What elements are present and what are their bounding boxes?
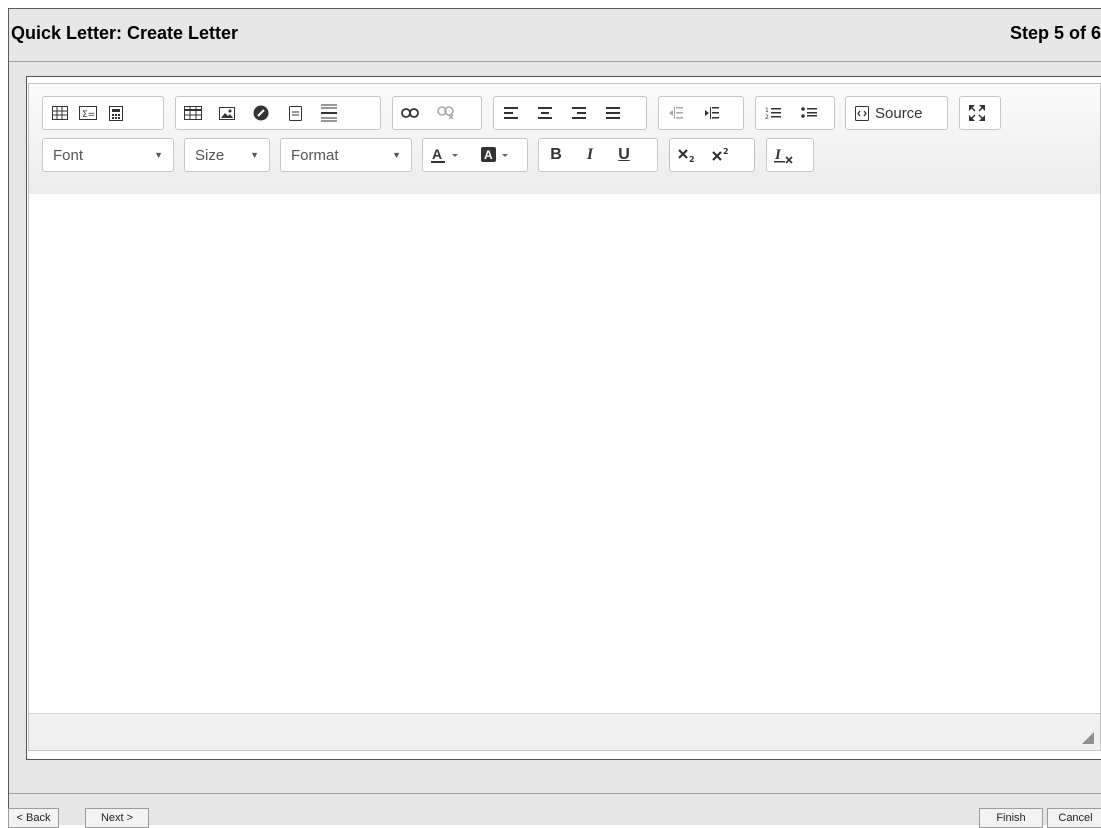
toolbar-group-lists: 12 [755,96,835,130]
toolbar-group-cleanup: I [766,138,814,172]
superscript-icon[interactable]: 2 [707,142,735,168]
step-indicator: Step 5 of 6 [1009,23,1101,43]
align-right-icon[interactable] [565,100,593,126]
svg-text:1: 1 [765,107,769,114]
grid-table-icon[interactable] [46,100,74,126]
chevron-down-icon: ▼ [154,150,163,160]
source-label: Source [875,104,923,122]
bold-button[interactable]: B [542,142,570,168]
svg-text:2: 2 [689,155,695,163]
size-dropdown[interactable]: Size ▼ [184,138,270,172]
link-icon[interactable] [396,100,424,126]
editor-content-area[interactable] [29,194,1100,714]
editor-container: Σ= 1 2 Source Font ▼ Size ▼ Format ▼ A A… [26,76,1101,760]
background-color-icon: A [481,147,508,162]
size-label: Size [195,146,225,164]
toolbar-group-colors: A A [422,138,528,172]
next-button[interactable]: Next > [85,808,149,828]
background-color-button[interactable]: A [476,142,520,168]
toolbar-group-basicstyles: B I U [538,138,658,172]
editor-toolbar: Σ= 1 2 Source Font ▼ Size ▼ Format ▼ A A… [29,84,1100,195]
toolbar-group-indent [658,96,744,130]
svg-text:2: 2 [723,147,729,156]
maximize-icon[interactable] [963,100,991,126]
source-icon [855,105,869,121]
indent-icon[interactable] [698,100,726,126]
horizontal-line-icon[interactable] [315,100,343,126]
align-left-icon[interactable] [497,100,525,126]
outdent-icon[interactable] [662,100,690,126]
page-title: Quick Letter: Create Letter [11,23,239,43]
insert-table-icon[interactable] [179,100,207,126]
back-button[interactable]: < Back [8,808,59,828]
rich-text-editor: Σ= 1 2 Source Font ▼ Size ▼ Format ▼ A A… [28,83,1101,751]
font-label: Font [53,146,84,164]
chevron-down-icon: ▼ [250,150,259,160]
svg-text:2: 2 [765,114,769,120]
text-color-icon: A [431,146,458,163]
page-break-icon[interactable] [281,100,309,126]
toolbar-group-scripts: 2 2 [669,138,755,172]
toolbar-group-maximize [959,96,1001,130]
footer-divider [9,793,1101,794]
svg-text:I: I [774,147,782,163]
editor-status-bar [29,713,1100,750]
unlink-icon[interactable] [432,100,460,126]
text-color-button[interactable]: A [426,142,470,168]
calculator-icon[interactable] [102,100,130,126]
italic-button[interactable]: I [576,142,604,168]
svg-text:Σ=: Σ= [82,110,95,120]
wizard-frame: Quick Letter: Create Letter Step 5 of 6 … [8,8,1101,828]
numbered-list-icon[interactable]: 12 [759,100,787,126]
source-button[interactable]: Source [849,100,929,126]
svg-text:A: A [432,146,442,162]
svg-text:A: A [484,148,493,162]
bulleted-list-icon[interactable] [795,100,823,126]
insert-image-icon[interactable] [213,100,241,126]
toolbar-group-align [493,96,647,130]
resize-handle-icon[interactable] [1082,732,1094,744]
font-dropdown[interactable]: Font ▼ [42,138,174,172]
special-char-icon[interactable] [247,100,275,126]
align-center-icon[interactable] [531,100,559,126]
finish-button[interactable]: Finish [979,808,1043,828]
toolbar-group-source: Source [845,96,948,130]
format-dropdown[interactable]: Format ▼ [280,138,412,172]
format-label: Format [291,146,339,164]
toolbar-group-insert [175,96,381,130]
toolbar-group-fields: Σ= [42,96,164,130]
subscript-icon[interactable]: 2 [673,142,701,168]
cancel-button[interactable]: Cancel [1047,808,1101,828]
underline-button[interactable]: U [610,142,638,168]
chevron-down-icon: ▼ [392,150,401,160]
toolbar-group-links [392,96,482,130]
remove-format-icon[interactable]: I [770,142,798,168]
sum-field-icon[interactable]: Σ= [74,100,102,126]
title-bar: Quick Letter: Create Letter Step 5 of 6 [9,9,1101,62]
justify-icon[interactable] [599,100,627,126]
